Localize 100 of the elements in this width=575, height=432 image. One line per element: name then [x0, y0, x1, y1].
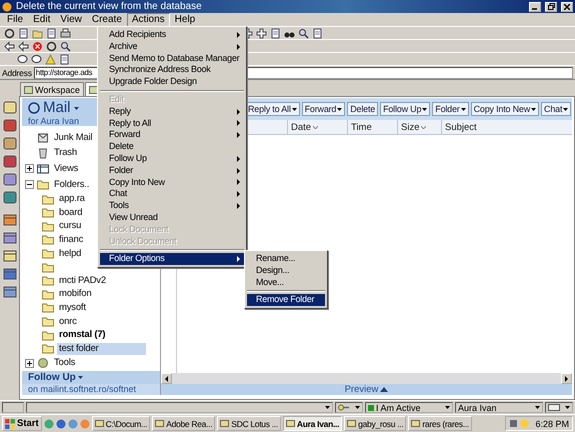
menu-title[interactable]: Edit: [28, 12, 56, 26]
menu-item[interactable]: Design...: [247, 264, 325, 277]
search-icon[interactable]: [298, 28, 309, 38]
column-header[interactable]: Time: [347, 120, 397, 134]
tree-item[interactable]: test folder: [57, 342, 146, 355]
shortcut-icon[interactable]: [2, 172, 16, 186]
menu-title[interactable]: File: [2, 12, 28, 26]
tree-item[interactable]: onrc: [57, 316, 79, 328]
action-button[interactable]: Copy Into New: [470, 102, 540, 116]
expand-icon[interactable]: [25, 358, 34, 368]
restore-button[interactable]: [545, 2, 557, 12]
shortcut-icon[interactable]: [2, 118, 16, 132]
menu-item[interactable]: View Unread: [100, 212, 244, 224]
search-icon[interactable]: [60, 40, 71, 52]
menu-item[interactable]: Folder Options: [100, 253, 244, 266]
key-field[interactable]: [335, 402, 363, 413]
action-button[interactable]: Follow Up: [380, 102, 430, 116]
taskbar-button[interactable]: rares (rares...: [408, 416, 472, 431]
tree-item[interactable]: cursu: [57, 220, 84, 232]
tree-item[interactable]: mobifon: [57, 288, 94, 300]
taskbar-button[interactable]: gaby_rosu ...: [344, 416, 406, 431]
window-icon: [411, 419, 420, 428]
tab[interactable]: Workspace: [20, 82, 84, 96]
menu-item[interactable]: Archive: [100, 40, 244, 53]
menu-item[interactable]: Reply: [100, 106, 244, 118]
menu-item[interactable]: Remove Folder: [247, 294, 325, 306]
tree-item[interactable]: app.ra: [57, 193, 87, 206]
app-logo-icon: [2, 2, 12, 12]
taskbar-button[interactable]: C:\Docum...: [92, 416, 150, 431]
document-icon[interactable]: [18, 28, 29, 38]
scroll-left-button[interactable]: [161, 373, 172, 384]
document-icon[interactable]: [270, 28, 281, 38]
preview-toggle[interactable]: Preview: [344, 384, 378, 395]
menu-item[interactable]: Delete: [100, 141, 244, 153]
menu-item[interactable]: Folder: [100, 164, 244, 177]
column-header[interactable]: Subject: [441, 120, 561, 134]
tree-item[interactable]: mysoft: [57, 302, 88, 314]
menu-item[interactable]: Move...: [247, 276, 325, 288]
tree-item[interactable]: financ: [57, 234, 86, 246]
tree-item[interactable]: romstal (7): [57, 329, 108, 342]
tree-item[interactable]: Folders..: [52, 178, 92, 191]
tree-item[interactable]: helpd: [57, 248, 84, 260]
mail-title[interactable]: Mail: [43, 100, 71, 116]
expand-icon[interactable]: [25, 164, 34, 174]
column-header[interactable]: Date: [287, 120, 347, 134]
minimize-button[interactable]: [529, 2, 541, 12]
inbox-field[interactable]: [545, 402, 573, 413]
document-icon[interactable]: [46, 28, 57, 38]
quick-launch-icon[interactable]: [56, 418, 66, 428]
close-button[interactable]: [561, 2, 573, 12]
shortcut-icon[interactable]: [2, 136, 16, 150]
menu-item[interactable]: Synchronize Address Book: [100, 64, 244, 76]
action-button[interactable]: Folder: [432, 102, 469, 116]
shortcut-icon[interactable]: [2, 100, 16, 114]
stop-icon[interactable]: [32, 40, 43, 52]
taskbar-button[interactable]: SDC Lotus ...: [217, 416, 281, 431]
menu-title[interactable]: Help: [170, 12, 200, 26]
taskbar-button[interactable]: Adobe Rea...: [152, 416, 216, 431]
menu-item[interactable]: Copy Into New: [100, 176, 244, 188]
menu-item[interactable]: Send Memo to Database Manager: [100, 52, 244, 64]
tree-item[interactable]: Junk Mail: [52, 132, 94, 144]
user-field[interactable]: Aura Ivan: [455, 402, 543, 413]
scroll-right-button[interactable]: [561, 373, 572, 384]
tree-item[interactable]: mcti PADv2: [57, 274, 108, 287]
menu-item[interactable]: Forward: [100, 129, 244, 142]
status-message-field[interactable]: [26, 402, 333, 413]
document-icon[interactable]: [59, 54, 70, 64]
tree-item[interactable]: board: [57, 206, 84, 219]
collapse-icon[interactable]: [25, 180, 34, 190]
menu-title[interactable]: Create: [86, 12, 127, 26]
printer-icon[interactable]: [60, 28, 71, 38]
menu-item[interactable]: Add Recipients: [100, 29, 244, 41]
menu-item[interactable]: Reply to All: [100, 118, 244, 130]
speech-bubble-icon[interactable]: [31, 54, 42, 64]
back-arrow-icon[interactable]: [18, 40, 29, 52]
shortcut-icon[interactable]: [2, 154, 16, 168]
taskbar-button[interactable]: Aura Ivan...: [282, 416, 342, 431]
action-button[interactable]: Reply to All: [245, 102, 300, 116]
tree-item[interactable]: Tools: [52, 357, 78, 370]
menu-item[interactable]: Tools: [100, 200, 244, 212]
document-icon[interactable]: [312, 28, 323, 38]
action-button[interactable]: Delete: [347, 102, 378, 116]
junk-mail-icon: [37, 132, 49, 144]
shortcut-icon[interactable]: [2, 190, 16, 204]
action-button[interactable]: Forward: [302, 102, 346, 116]
column-header[interactable]: Size: [397, 120, 441, 134]
action-button[interactable]: Chat: [541, 102, 572, 116]
circle-icon[interactable]: [46, 40, 57, 52]
menu-item[interactable]: Rename...: [247, 253, 325, 265]
presence-field[interactable]: I Am Active: [365, 402, 453, 413]
menu-title[interactable]: View: [55, 12, 87, 26]
speech-bubble-icon[interactable]: [17, 54, 28, 64]
menu-item[interactable]: Upgrade Folder Design: [100, 76, 244, 88]
back-arrow-icon[interactable]: [4, 40, 15, 52]
tree-item[interactable]: Trash: [52, 147, 79, 160]
start-button[interactable]: Start: [2, 416, 42, 431]
menu-item[interactable]: Chat: [100, 188, 244, 200]
menu-item[interactable]: Follow Up: [100, 152, 244, 165]
tree-item[interactable]: Views: [52, 162, 80, 175]
circle-icon[interactable]: [4, 28, 15, 38]
